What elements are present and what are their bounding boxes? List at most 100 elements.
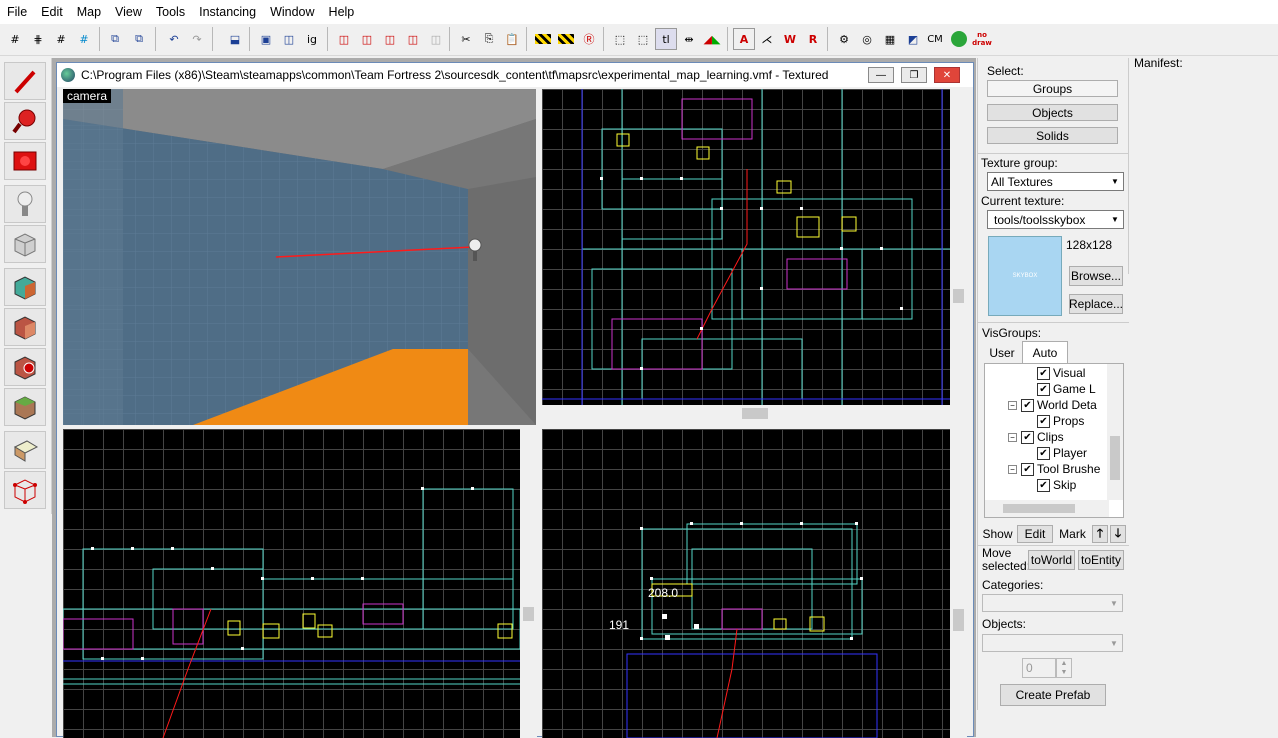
minimize-button[interactable]: — bbox=[868, 67, 894, 83]
collapse-icon[interactable]: − bbox=[1008, 464, 1017, 474]
tree-item-tool-brushes[interactable]: − ✔ Tool Brushe bbox=[1008, 462, 1100, 476]
camera-icon[interactable]: ◎ bbox=[856, 28, 878, 50]
close-button[interactable]: ✕ bbox=[934, 67, 960, 83]
undo-icon[interactable]: ↶ bbox=[163, 28, 185, 50]
select-box-icon[interactable]: ⬚ bbox=[609, 28, 631, 50]
show-icon[interactable]: ◫ bbox=[356, 28, 378, 50]
hide-icon[interactable]: ◫ bbox=[333, 28, 355, 50]
create-prefab-button[interactable]: Create Prefab bbox=[1000, 684, 1106, 706]
selection-tool-icon[interactable] bbox=[4, 62, 46, 100]
tree-item-player[interactable]: ✔ Player bbox=[1037, 446, 1087, 460]
tree-item-skip[interactable]: ✔ Skip bbox=[1037, 478, 1076, 492]
menu-file[interactable]: File bbox=[0, 0, 34, 24]
cubemap-icon[interactable]: ◩ bbox=[902, 28, 924, 50]
tools-b-icon[interactable]: ⋌ bbox=[756, 28, 778, 50]
menu-edit[interactable]: Edit bbox=[34, 0, 70, 24]
ungroup-icon[interactable]: ◫ bbox=[278, 28, 300, 50]
flip-icon[interactable]: ◢ ◣ bbox=[701, 28, 723, 50]
texture-tool-icon[interactable] bbox=[4, 268, 46, 306]
sound-icon[interactable]: ⚙ bbox=[833, 28, 855, 50]
cm-icon[interactable]: CM bbox=[924, 28, 946, 50]
visgroup-show-button[interactable]: Show bbox=[981, 525, 1014, 543]
front-view-viewport[interactable] bbox=[63, 429, 520, 738]
checkbox[interactable]: ✔ bbox=[1037, 478, 1050, 492]
current-texture-select[interactable]: tools/toolsskybox ▼ bbox=[987, 210, 1124, 229]
group-icon[interactable]: ▣ bbox=[255, 28, 277, 50]
tab-user[interactable]: User bbox=[983, 343, 1021, 363]
visgroup-edit-button[interactable]: Edit bbox=[1017, 525, 1053, 543]
entity-tool-icon[interactable] bbox=[4, 185, 46, 223]
collapse-icon[interactable]: − bbox=[1008, 432, 1017, 442]
toggle-models-icon[interactable] bbox=[555, 28, 577, 50]
select-objects-button[interactable]: Objects bbox=[987, 104, 1118, 121]
no-draw-icon[interactable]: no draw bbox=[971, 28, 993, 50]
checkbox[interactable]: ✔ bbox=[1037, 446, 1050, 460]
menu-instancing[interactable]: Instancing bbox=[192, 0, 263, 24]
grid-toggle-icon[interactable]: # bbox=[4, 28, 26, 50]
restore-button[interactable]: ❐ bbox=[901, 67, 927, 83]
paste-icon[interactable]: 📋 bbox=[501, 28, 523, 50]
texture-group-select[interactable]: All Textures ▼ bbox=[987, 172, 1124, 191]
side-view-vscrollbar[interactable] bbox=[950, 429, 967, 738]
top-view-vscrollbar[interactable] bbox=[950, 89, 967, 405]
tree-item-visual[interactable]: ✔ Visual bbox=[1037, 366, 1085, 380]
side-view-viewport[interactable]: 208.0 191 bbox=[542, 429, 950, 738]
menu-map[interactable]: Map bbox=[70, 0, 108, 24]
visgroup-mark-button[interactable]: Mark bbox=[1056, 525, 1089, 543]
ignore-group-icon[interactable]: ig bbox=[301, 28, 323, 50]
top-view-hscrollbar[interactable] bbox=[542, 405, 950, 422]
clipping-tool-icon[interactable] bbox=[4, 431, 46, 469]
tie-entity-icon[interactable]: tl bbox=[655, 28, 677, 50]
front-view-vscrollbar[interactable] bbox=[520, 429, 537, 738]
select-nothing-icon[interactable]: ⬚ bbox=[632, 28, 654, 50]
tree-item-props[interactable]: ✔ Props bbox=[1037, 414, 1084, 428]
decal-tool-icon[interactable] bbox=[4, 348, 46, 386]
tree-item-world-detail[interactable]: − ✔ World Deta bbox=[1008, 398, 1097, 412]
collapse-icon[interactable]: − bbox=[1008, 400, 1017, 410]
menu-tools[interactable]: Tools bbox=[149, 0, 192, 24]
game-icon[interactable] bbox=[948, 28, 970, 50]
checkbox[interactable]: ✔ bbox=[1021, 398, 1034, 412]
tree-item-game-l[interactable]: ✔ Game L bbox=[1037, 382, 1096, 396]
to-entity-button[interactable]: toEntity bbox=[1078, 550, 1124, 570]
magnify-tool-icon[interactable] bbox=[4, 102, 46, 140]
checkbox[interactable]: ✔ bbox=[1021, 462, 1034, 476]
menu-help[interactable]: Help bbox=[322, 0, 362, 24]
block-tool-icon[interactable] bbox=[4, 225, 46, 263]
select-solids-button[interactable]: Solids bbox=[987, 127, 1118, 144]
checkbox[interactable]: ✔ bbox=[1037, 414, 1050, 428]
replace-button[interactable]: Replace... bbox=[1069, 294, 1123, 314]
camera-tool-icon[interactable] bbox=[4, 142, 46, 180]
toggle-helpers-icon[interactable] bbox=[532, 28, 554, 50]
tree-hscrollbar[interactable] bbox=[985, 500, 1109, 517]
cut-icon[interactable]: ✂ bbox=[455, 28, 477, 50]
move-up-icon[interactable]: 🡑 bbox=[1092, 525, 1108, 543]
prefab-count-spinner[interactable]: ▲ ▼ bbox=[1056, 658, 1072, 678]
tools-a-icon[interactable]: A bbox=[733, 28, 755, 50]
tab-auto[interactable]: Auto bbox=[1022, 341, 1068, 363]
apply-texture-tool-icon[interactable] bbox=[4, 308, 46, 346]
checkbox[interactable]: ✔ bbox=[1037, 366, 1050, 380]
tools-d-icon[interactable]: R bbox=[802, 28, 824, 50]
show-all-icon[interactable]: ◫ bbox=[379, 28, 401, 50]
move-to-world-icon[interactable]: ⇹ bbox=[678, 28, 700, 50]
run-map-icon[interactable]: Ⓡ bbox=[578, 28, 600, 50]
objects-select[interactable]: ▼ bbox=[982, 634, 1123, 652]
select-groups-button[interactable]: Groups bbox=[987, 80, 1118, 97]
tools-c-icon[interactable]: W bbox=[779, 28, 801, 50]
wireframe-icon[interactable]: ▦ bbox=[879, 28, 901, 50]
copy-icon[interactable]: ⎘ bbox=[478, 28, 500, 50]
vis-show-icon[interactable]: ◫ bbox=[425, 28, 447, 50]
texture-lock-icon[interactable]: ⬓ bbox=[224, 28, 246, 50]
tree-item-clips[interactable]: − ✔ Clips bbox=[1008, 430, 1064, 444]
move-down-icon[interactable]: 🡓 bbox=[1110, 525, 1126, 543]
top-view-viewport[interactable] bbox=[542, 89, 950, 405]
menu-view[interactable]: View bbox=[108, 0, 149, 24]
categories-select[interactable]: ▼ bbox=[982, 594, 1123, 612]
grid-3d-icon[interactable]: # bbox=[73, 28, 95, 50]
carve-icon[interactable]: ⧉ bbox=[104, 28, 126, 50]
to-world-button[interactable]: toWorld bbox=[1028, 550, 1075, 570]
tree-vscrollbar[interactable] bbox=[1107, 364, 1123, 500]
hollow-icon[interactable]: ⧉ bbox=[128, 28, 150, 50]
grid-larger-icon[interactable]: # bbox=[50, 28, 72, 50]
